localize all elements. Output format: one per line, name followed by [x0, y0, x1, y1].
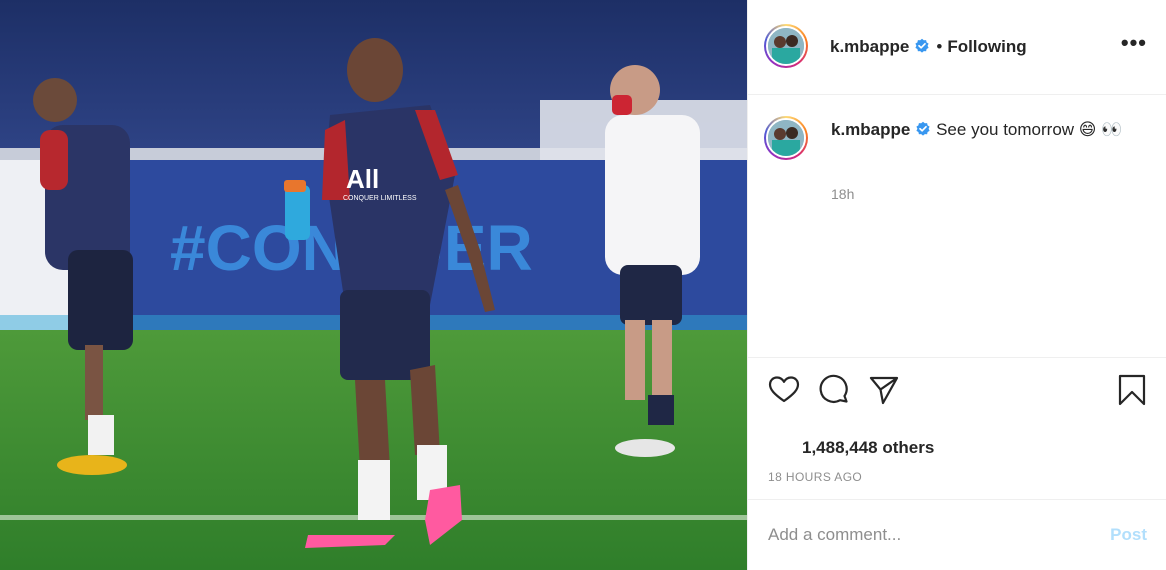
caption-time[interactable]: 18h	[831, 186, 854, 202]
following-button[interactable]: Following	[947, 37, 1026, 56]
verified-badge-icon	[916, 121, 930, 136]
comment-bar: Post	[748, 499, 1166, 570]
heart-icon[interactable]	[768, 374, 800, 406]
caption-text: See you tomorrow 😄 👀	[936, 120, 1123, 139]
likes-count[interactable]: 1,488,448 others	[802, 438, 934, 458]
avatar-image	[768, 28, 804, 64]
caption-body: k.mbappe See you tomorrow 😄 👀	[831, 118, 1151, 142]
post-timestamp[interactable]: 18 HOURS AGO	[768, 470, 862, 484]
author-avatar[interactable]	[764, 24, 808, 68]
post-details-panel: k.mbappe • Following ••• k.mbappe See yo…	[747, 0, 1166, 570]
post-actions: 1,488,448 others 18 HOURS AGO	[748, 357, 1166, 499]
header-separator: •	[936, 37, 943, 56]
comment-input[interactable]	[768, 520, 1088, 550]
share-icon[interactable]	[868, 374, 900, 406]
post-comment-button[interactable]: Post	[1110, 525, 1147, 545]
jersey-logo: All	[346, 164, 379, 194]
avatar-image	[768, 120, 804, 156]
more-options-icon[interactable]: •••	[1121, 32, 1147, 54]
comment-icon[interactable]	[818, 374, 850, 406]
post-header: k.mbappe • Following •••	[748, 0, 1166, 95]
jersey-slogan: CONQUER LIMITLESS	[343, 195, 417, 202]
author-username[interactable]: k.mbappe	[830, 37, 909, 56]
instagram-post-modal: #CONQUER All CONQUER LIMITL	[0, 0, 1166, 570]
post-photo[interactable]: #CONQUER All CONQUER LIMITL	[0, 0, 747, 570]
bookmark-icon[interactable]	[1116, 374, 1148, 406]
photo-illustration: #CONQUER All CONQUER LIMITL	[0, 0, 747, 570]
caption-username[interactable]: k.mbappe	[831, 120, 910, 139]
verified-badge-icon	[915, 38, 929, 53]
caption-avatar[interactable]	[764, 116, 808, 160]
